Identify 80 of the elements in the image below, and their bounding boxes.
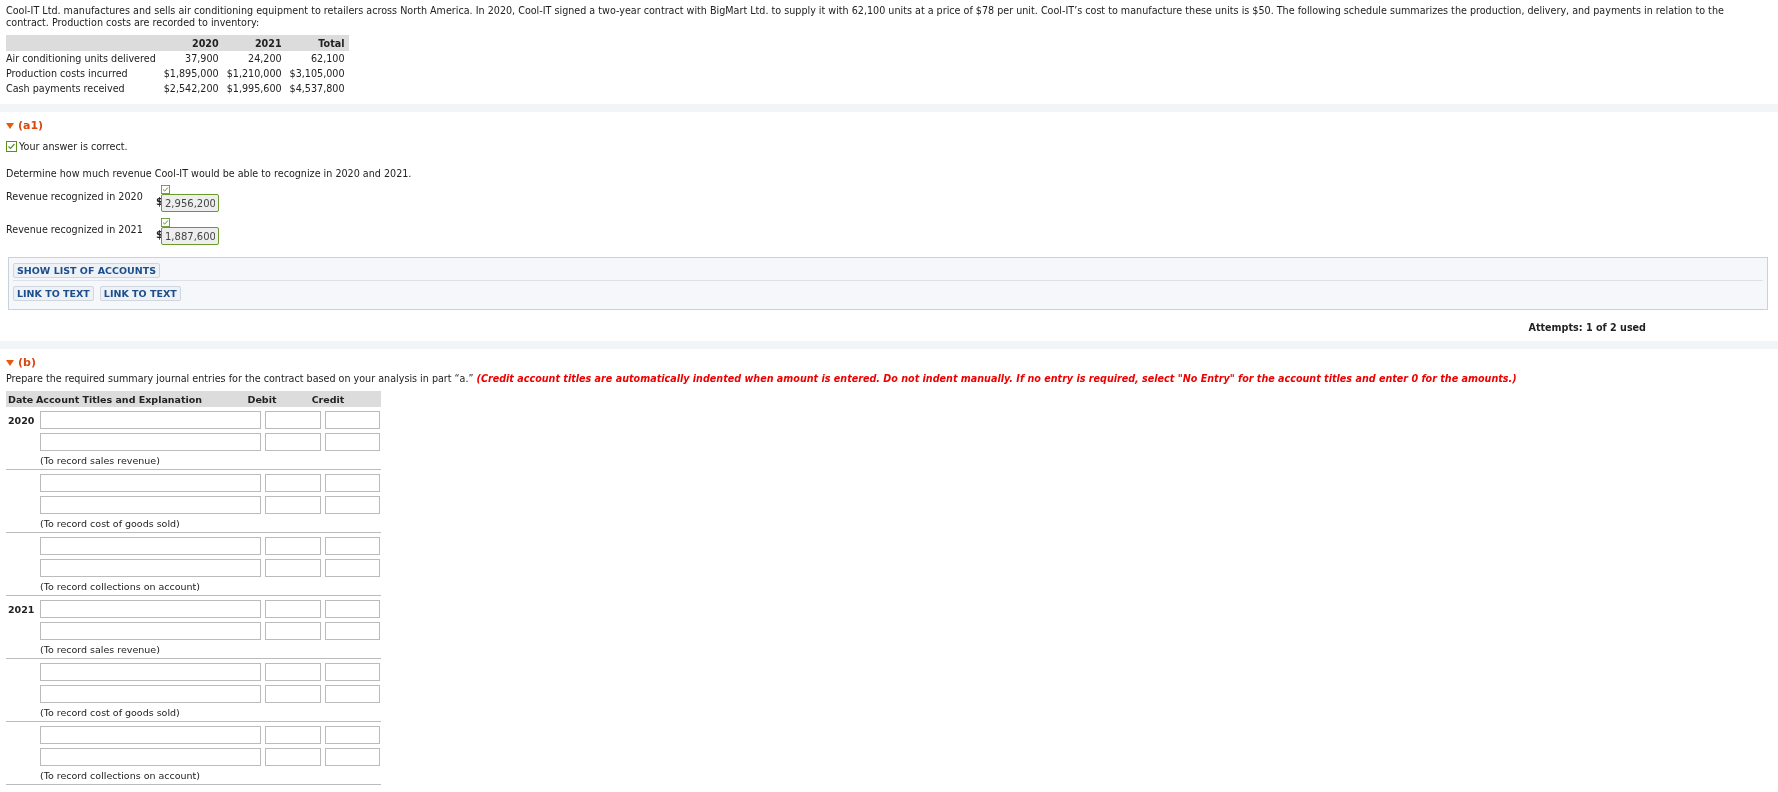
triangle-icon[interactable] xyxy=(6,122,14,129)
credit-field[interactable] xyxy=(325,559,380,577)
column-header: Account Titles and Explanation xyxy=(36,393,204,405)
problem-text: Cool-IT Ltd. manufactures and sells air conditioning equipment to retailers across North America. In 2020, Cool-IT signed a two-year contract with BigMart Ltd. to supply it with 62,100 units at a price of $78 per unit. Cool-IT’s cost to manufacture these units is $50. The following schedule summarizes the production, delivery, and payments in relation to the contract. Production costs are recorded to inventory: xyxy=(6,5,1725,29)
column-header: 2021 xyxy=(222,35,286,51)
debit-field[interactable] xyxy=(265,433,321,451)
account-title-field[interactable] xyxy=(40,559,261,577)
entry-explanation: (To record collections on account) xyxy=(40,770,202,783)
entry-explanation: (To record sales revenue) xyxy=(40,455,161,468)
account-title-field[interactable] xyxy=(40,496,261,514)
credit-field[interactable] xyxy=(325,622,380,640)
column-header: 2020 xyxy=(159,35,223,51)
table-cell-text: $4,537,800 xyxy=(288,82,346,96)
account-title-field[interactable] xyxy=(40,726,261,744)
entry-explanation: (To record cost of goods sold) xyxy=(40,518,181,531)
credit-field[interactable] xyxy=(325,496,380,514)
column-header: Total xyxy=(285,35,349,51)
question-text: Determine how much revenue Cool-IT would be able to recognize in 2020 and 2021. xyxy=(6,168,413,179)
column-header: Debit xyxy=(246,393,278,405)
answer-field[interactable]: 1,887,600 xyxy=(161,227,219,245)
part-label: (a1) xyxy=(18,119,44,132)
account-title-field[interactable] xyxy=(40,433,261,451)
entry-explanation: (To record collections on account) xyxy=(40,581,202,594)
table-cell-text: $2,542,200 xyxy=(162,82,220,96)
debit-field[interactable] xyxy=(265,474,321,492)
credit-field[interactable] xyxy=(325,537,380,555)
part-label: (b) xyxy=(18,356,36,369)
account-title-field[interactable] xyxy=(40,622,261,640)
link-to-text-button[interactable]: LINK TO TEXT xyxy=(13,286,94,301)
debit-field[interactable] xyxy=(265,537,321,555)
table-cell-text: $1,210,000 xyxy=(225,67,283,81)
debit-field[interactable] xyxy=(265,600,321,618)
account-title-field[interactable] xyxy=(40,600,261,618)
row-label: Cash payments received xyxy=(6,82,126,96)
account-title-field[interactable] xyxy=(40,411,261,429)
table-cell-text: $1,995,600 xyxy=(225,82,283,96)
answer-label: Revenue recognized in 2020 xyxy=(6,191,144,202)
account-title-field[interactable] xyxy=(40,663,261,681)
entry-explanation: (To record sales revenue) xyxy=(40,644,161,657)
date-cell-text: 2020 xyxy=(7,414,36,426)
answer-field[interactable]: 2,956,200 xyxy=(161,194,219,212)
debit-field[interactable] xyxy=(265,411,321,429)
credit-field[interactable] xyxy=(325,663,380,681)
table-cell-text: $1,895,000 xyxy=(162,67,220,81)
table-cell: 62,100 xyxy=(285,51,349,66)
account-title-field[interactable] xyxy=(40,685,261,703)
column-header: Date xyxy=(7,393,35,405)
attempts-text: Attempts: 1 of 2 used xyxy=(1527,322,1646,333)
credit-field[interactable] xyxy=(325,685,380,703)
debit-field[interactable] xyxy=(265,748,321,766)
debit-field[interactable] xyxy=(265,685,321,703)
table-cell-text: $3,105,000 xyxy=(288,67,346,81)
debit-field[interactable] xyxy=(265,559,321,577)
date-cell-text: 2021 xyxy=(7,603,36,615)
show-accounts-button[interactable]: SHOW LIST OF ACCOUNTS xyxy=(13,263,161,278)
debit-field[interactable] xyxy=(265,622,321,640)
table-cell: 37,900 xyxy=(159,51,223,66)
debit-field[interactable] xyxy=(265,663,321,681)
credit-field[interactable] xyxy=(325,433,380,451)
account-title-field[interactable] xyxy=(40,748,261,766)
debit-field[interactable] xyxy=(265,496,321,514)
entry-explanation: (To record cost of goods sold) xyxy=(40,707,181,720)
debit-field[interactable] xyxy=(265,726,321,744)
account-title-field[interactable] xyxy=(40,474,261,492)
credit-field[interactable] xyxy=(325,411,380,429)
credit-field[interactable] xyxy=(325,726,380,744)
answer-label: Revenue recognized in 2021 xyxy=(6,224,144,235)
table-cell: 24,200 xyxy=(222,51,286,66)
status-text: Your answer is correct. xyxy=(19,141,128,152)
credit-field[interactable] xyxy=(325,600,380,618)
credit-field[interactable] xyxy=(325,474,380,492)
instruction-note: (Credit account titles are automatically indented when amount is entered. Do not indent manually. If no entry is required, select "No Entry" for the account titles and enter 0 for the amounts.) xyxy=(476,373,1517,384)
instruction-text: Prepare the required summary journal entries for the contract based on your analysis in part “a.” xyxy=(6,373,474,384)
triangle-icon[interactable] xyxy=(6,359,14,366)
column-header: Credit xyxy=(310,393,346,405)
row-label: Air conditioning units delivered xyxy=(6,51,160,66)
link-to-text-button[interactable]: LINK TO TEXT xyxy=(99,286,181,301)
row-label: Production costs incurred xyxy=(6,67,129,81)
account-title-field[interactable] xyxy=(40,537,261,555)
credit-field[interactable] xyxy=(325,748,380,766)
